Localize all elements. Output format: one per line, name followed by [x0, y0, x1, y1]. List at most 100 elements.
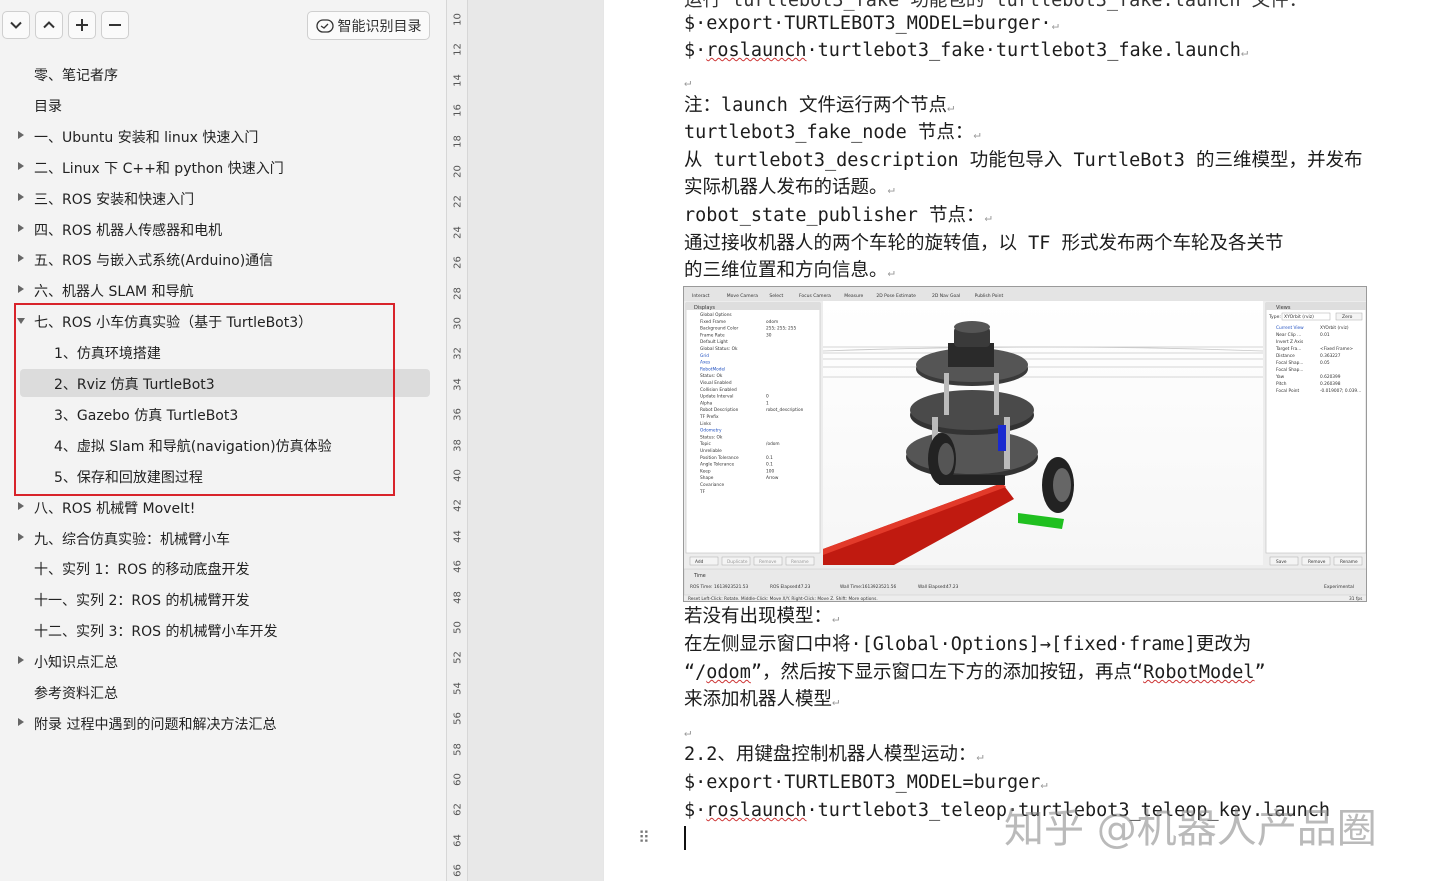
rviz-screenshot-image[interactable]: Interact Move Camera Select Focus Camera Mea… — [683, 286, 1367, 602]
display-value: 255; 255; 255 — [766, 326, 796, 332]
ruler-number: 56 — [452, 712, 464, 726]
toc-item[interactable]: 三、ROS 安装和快速入门 — [0, 183, 446, 214]
caret-right-icon[interactable] — [18, 130, 24, 139]
toc-item[interactable]: 参考资料汇总 — [0, 677, 446, 708]
toc-item[interactable]: 3、Gazebo 仿真 TurtleBot3 — [0, 399, 446, 430]
caret-right-icon[interactable] — [18, 223, 24, 232]
body-text: turtlebot3_fake_node 节点： — [684, 122, 974, 143]
doc-line: $·export·TURTLEBOT3_MODEL=burger·↵ — [684, 11, 1059, 38]
body-text: “/ — [684, 662, 707, 683]
display-property: Odometry — [700, 428, 722, 434]
body-text: robot_state_publisher 节点： — [684, 205, 985, 226]
drag-handle-icon[interactable]: ⠿ — [638, 828, 650, 847]
remove-heading-button[interactable] — [101, 11, 129, 39]
display-property: Update Interval — [700, 394, 733, 400]
smart-toc-button[interactable]: 智能识别目录 — [307, 11, 430, 40]
ruler-number: 66 — [452, 864, 464, 878]
display-property: Status: Ok — [700, 373, 723, 379]
display-property: Visual Enabled — [700, 380, 732, 386]
ruler-number: 28 — [452, 286, 464, 300]
code-text: $· — [684, 40, 707, 61]
display-property: RobotModel — [700, 366, 725, 372]
toc-item[interactable]: 1、仿真环境搭建 — [0, 337, 446, 368]
toc-item[interactable]: 二、Linux 下 C++和 python 快速入门 — [0, 152, 446, 183]
display-value: 0.1 — [766, 462, 773, 468]
caret-right-icon[interactable] — [18, 656, 24, 665]
view-value: 0.620399 — [1320, 374, 1341, 380]
display-property: Position Tolerance — [700, 455, 739, 461]
view-value: XYOrbit (rviz) — [1320, 325, 1349, 331]
body-text: 通过接收机器人的两个车轮的旋转值，以 TF 形式发布两个车轮及各关节 — [684, 233, 1284, 254]
toc-item[interactable]: 4、虚拟 Slam 和导航(navigation)仿真体验 — [0, 430, 446, 461]
paragraph-mark: ↵ — [973, 127, 981, 141]
toc-item[interactable]: 六、机器人 SLAM 和导航 — [0, 275, 446, 306]
toc-item-label: 1、仿真环境搭建 — [54, 346, 161, 363]
ruler-number: 20 — [452, 165, 464, 178]
toc-item[interactable]: 十一、实列 2：ROS 的机械臂开发 — [0, 584, 446, 615]
caret-right-icon[interactable] — [18, 717, 24, 726]
expand-up-button[interactable] — [35, 11, 63, 39]
ruler-number: 42 — [452, 499, 464, 513]
display-value: /odom — [766, 441, 780, 447]
toc-item[interactable]: 5、保存和回放建图过程 — [0, 461, 446, 492]
view-property: Focal Point — [1276, 388, 1299, 394]
toc-item[interactable]: 2、Rviz 仿真 TurtleBot3 — [0, 368, 446, 399]
collapse-all-button[interactable] — [2, 11, 30, 39]
body-text: 在左侧显示窗口中将·[Global·Options]→[fixed·frame]… — [684, 634, 1252, 655]
caret-right-icon[interactable] — [18, 285, 24, 294]
body-text: 若没有出现模型： — [684, 606, 833, 627]
view-value: <Fixed Frame> — [1320, 346, 1353, 352]
add-heading-button[interactable] — [68, 11, 96, 39]
toc-item-label: 十二、实列 3：ROS 的机械臂小车开发 — [34, 624, 278, 641]
display-property: Default Light — [700, 339, 728, 345]
document-page[interactable]: 运行 turtlebot3_fake 功能包的 turtlebot3_fake.… — [604, 0, 1440, 881]
toc-item[interactable]: 八、ROS 机械臂 MoveIt! — [0, 492, 446, 523]
caret-right-icon[interactable] — [18, 161, 24, 170]
toc-item[interactable]: 一、Ubuntu 安装和 linux 快速入门 — [0, 121, 446, 152]
caret-right-icon[interactable] — [18, 501, 24, 510]
heading-text: 2.2、用键盘控制机器人模型运动： — [684, 744, 977, 765]
paragraph-mark: ↵ — [832, 611, 840, 625]
rviz-button-label: Add — [695, 559, 704, 565]
toc-item-label: 小知识点汇总 — [34, 655, 118, 672]
time-value: 1613923521.56 — [862, 584, 896, 590]
minus-icon — [109, 24, 121, 26]
paragraph-mark: ↵ — [946, 100, 955, 114]
paragraph-mark: ↵ — [684, 75, 692, 89]
toc-item[interactable]: 附录 过程中遇到的问题和解决方法汇总 — [0, 708, 446, 739]
toc-item[interactable]: 四、ROS 机器人传感器和电机 — [0, 214, 446, 245]
display-value: odom — [766, 319, 778, 325]
toc-item[interactable]: 十、实列 1：ROS 的移动底盘开发 — [0, 553, 446, 584]
caret-right-icon[interactable] — [18, 532, 24, 541]
toc-item[interactable]: 目录 — [0, 90, 446, 121]
toc-item[interactable]: 七、ROS 小车仿真实验（基于 TurtleBot3） — [0, 306, 446, 337]
spellcheck-word: RobotModel — [1143, 662, 1255, 683]
view-value: 0.01 — [1320, 332, 1330, 338]
vertical-ruler: 10 12 14 16 18 20 22 24 26 28 30 32 34 36 38 40 42 44 46 48… — [446, 0, 468, 881]
body-text: 实际机器人发布的话题。 — [684, 177, 888, 198]
displays-title: Displays — [694, 305, 715, 311]
time-value: 47.23 — [946, 584, 959, 590]
ruler-number: 50 — [452, 621, 464, 634]
caret-right-icon[interactable] — [18, 254, 24, 263]
toc-item-label: 2、Rviz 仿真 TurtleBot3 — [54, 377, 215, 393]
display-property: Grid — [700, 353, 709, 359]
toc-item-label: 3、Gazebo 仿真 TurtleBot3 — [54, 407, 239, 424]
rviz-button-label: Rename — [791, 559, 809, 565]
display-property: Shape — [700, 475, 714, 481]
rviz-tool: 2D Pose Estimate — [876, 293, 916, 299]
rviz-tool: Select — [769, 293, 783, 299]
toc-item[interactable]: 九、综合仿真实验：机械臂小车 — [0, 523, 446, 554]
plus-icon — [76, 19, 88, 31]
toc-item[interactable]: 十二、实列 3：ROS 的机械臂小车开发 — [0, 615, 446, 646]
caret-right-icon[interactable] — [18, 192, 24, 201]
view-property: Focal Shap... — [1276, 367, 1303, 373]
caret-down-icon[interactable] — [17, 318, 25, 325]
rviz-tool: Publish Point — [975, 293, 1004, 299]
display-property: Keep — [700, 468, 711, 474]
toc-item[interactable]: 小知识点汇总 — [0, 646, 446, 677]
view-property: Yaw — [1275, 374, 1285, 380]
ruler-number: 30 — [452, 317, 464, 330]
toc-item[interactable]: 零、笔记者序 — [0, 59, 446, 90]
toc-item[interactable]: 五、ROS 与嵌入式系统(Arduino)通信 — [0, 244, 446, 275]
